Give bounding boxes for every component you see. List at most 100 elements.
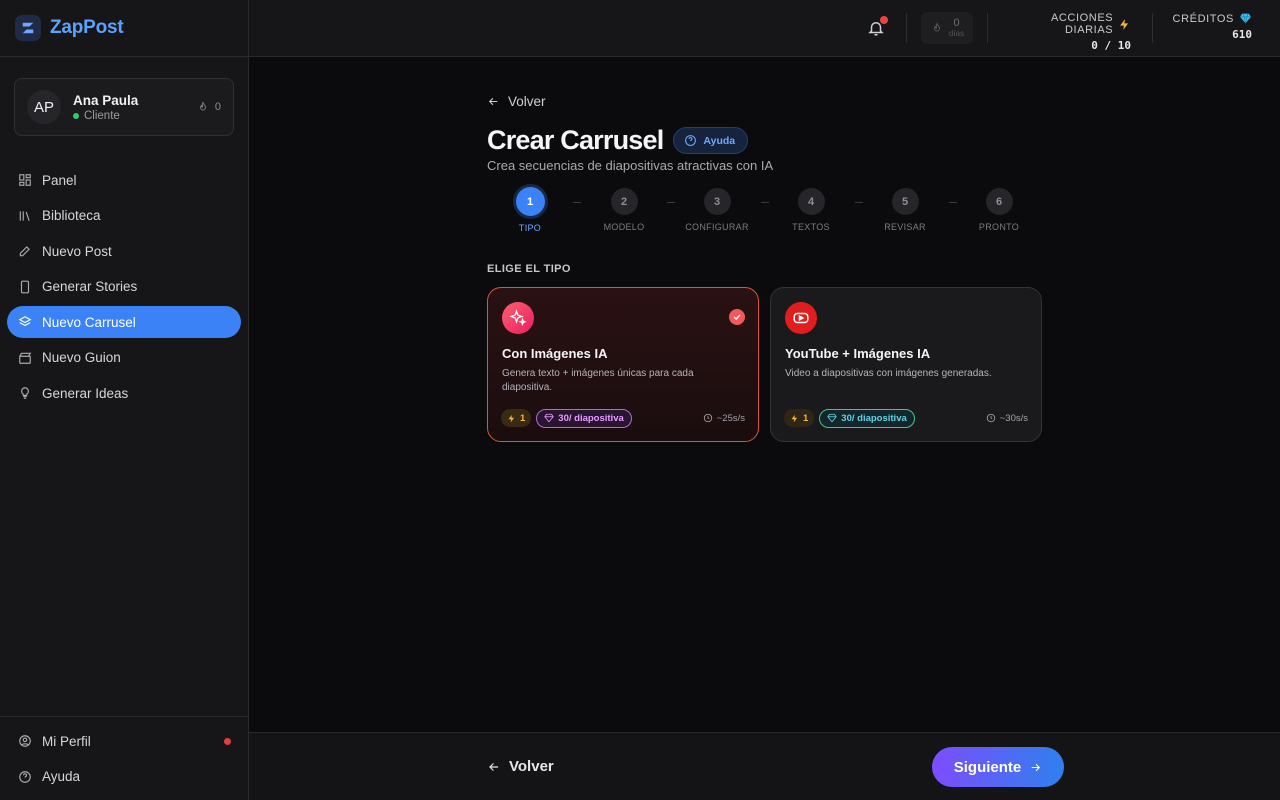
sidebar-item-biblioteca[interactable]: Biblioteca — [7, 200, 241, 232]
user-streak: 0 — [197, 101, 221, 113]
footer-back-button[interactable]: Volver — [487, 758, 554, 775]
topbar: 0 días ACCIONES DIARIAS 0 / 10 CRÉDITOS … — [249, 0, 1280, 57]
card-title: Con Imágenes IA — [502, 346, 608, 361]
step-modelo[interactable]: 2 MODELO — [584, 187, 664, 232]
streak-info: 0 días — [949, 17, 964, 39]
notification-dot — [224, 737, 231, 745]
sidebar-item-label: Nuevo Post — [42, 243, 112, 259]
step-revisar[interactable]: 5 REVISAR — [865, 187, 945, 232]
sidebar-item-label: Panel — [42, 172, 77, 188]
step-number: 5 — [891, 188, 919, 215]
page-subtitle: Crea secuencias de diapositivas atractiv… — [487, 158, 774, 173]
check-icon — [729, 309, 745, 325]
step-label: TIPO — [518, 223, 542, 233]
step-label: MODELO — [603, 222, 645, 232]
footer-back-label: Volver — [509, 758, 554, 775]
back-link-label: Volver — [508, 94, 546, 109]
step-label: REVISAR — [884, 222, 926, 232]
sidebar-item-generar-stories[interactable]: Generar Stories — [7, 271, 241, 303]
flame-icon — [199, 101, 206, 111]
help-button[interactable]: Ayuda — [673, 127, 749, 154]
step-configurar[interactable]: 3 CONFIGURAR — [677, 187, 757, 232]
daily-actions-label: ACCIONES DIARIAS — [1001, 12, 1131, 36]
card-footer: 1 30/ diapositiva ~25s/s — [501, 408, 745, 428]
sidebar-item-nuevo-guion[interactable]: Nuevo Guion — [7, 342, 241, 374]
step-connector — [667, 202, 675, 203]
step-connector — [855, 202, 863, 203]
user-streak-count: 0 — [214, 101, 221, 113]
stepper: 1 TIPO 2 MODELO 3 CONFIGURAR 4 TEXTOS 5 … — [487, 187, 1047, 235]
help-circle-icon — [18, 770, 32, 784]
time-value: ~25s/s — [716, 412, 745, 424]
help-circle-icon — [685, 135, 697, 146]
sidebar-bottom: Mi Perfil Ayuda — [0, 716, 248, 800]
type-card-imagenes-ia[interactable]: Con Imágenes IA Genera texto + imágenes … — [487, 287, 759, 442]
lightning-icon — [791, 414, 798, 422]
notification-dot — [880, 16, 888, 24]
sidebar-item-panel[interactable]: Panel — [7, 164, 241, 196]
lightning-icon — [508, 414, 515, 422]
time-estimate: ~25s/s — [703, 413, 745, 424]
lightning-icon — [1120, 18, 1129, 30]
user-role: Cliente — [73, 110, 197, 122]
step-pronto[interactable]: 6 PRONTO — [959, 187, 1039, 232]
brand[interactable]: ZapPost — [0, 0, 248, 57]
back-link[interactable]: Volver — [487, 94, 546, 109]
help-button-label: Ayuda — [703, 134, 736, 147]
sidebar-item-label: Nuevo Carrusel — [42, 314, 136, 330]
brand-name: ZapPost — [50, 17, 124, 38]
app: ZapPost AP Ana Paula Cliente 0 Panel Bib… — [0, 0, 1280, 800]
sidebar: ZapPost AP Ana Paula Cliente 0 Panel Bib… — [0, 0, 249, 800]
sidebar-item-generar-ideas[interactable]: Generar Ideas — [7, 377, 241, 409]
clapper-icon — [18, 351, 32, 365]
sidebar-item-mi-perfil[interactable]: Mi Perfil — [7, 725, 241, 757]
sidebar-item-label: Biblioteca — [42, 208, 101, 223]
phone-icon — [18, 280, 32, 294]
sidebar-item-nuevo-carrusel[interactable]: Nuevo Carrusel — [7, 306, 241, 338]
brand-logo-icon — [15, 15, 41, 41]
arrow-right-icon — [1031, 763, 1041, 771]
sidebar-item-label: Nuevo Guion — [42, 350, 121, 365]
step-number: 1 — [515, 187, 545, 216]
library-icon — [18, 209, 32, 223]
credits-title: CRÉDITOS — [1172, 12, 1234, 25]
step-textos[interactable]: 4 TEXTOS — [771, 187, 851, 232]
arrow-left-icon — [488, 97, 498, 106]
streak-count: 0 — [953, 17, 960, 29]
diamond-icon — [827, 413, 837, 423]
step-number: 2 — [610, 188, 638, 215]
next-button-label: Siguiente — [953, 758, 1022, 776]
sidebar-nav: Panel Biblioteca Nuevo Post Generar Stor… — [7, 164, 241, 413]
sidebar-item-label: Mi Perfil — [42, 733, 91, 749]
page-title: Crear Carrusel — [487, 125, 664, 155]
user-name: Ana Paula — [73, 92, 139, 108]
youtube-icon — [785, 302, 817, 334]
divider — [1152, 13, 1153, 43]
sidebar-item-ayuda[interactable]: Ayuda — [7, 761, 241, 793]
sparkles-icon — [502, 302, 534, 334]
credits-chip: 30/ diapositiva — [819, 408, 915, 428]
actions-chip: 1 — [501, 409, 532, 427]
divider — [987, 13, 988, 43]
title-row: Crear Carrusel Ayuda — [487, 125, 749, 156]
time-estimate: ~30s/s — [986, 413, 1028, 424]
pencil-icon — [18, 244, 32, 258]
step-label: TEXTOS — [792, 222, 830, 232]
sidebar-item-label: Generar Ideas — [42, 385, 129, 401]
type-card-youtube-imagenes-ia[interactable]: YouTube + Imágenes IA Video a diapositiv… — [770, 287, 1042, 442]
step-tipo[interactable]: 1 TIPO — [490, 187, 570, 233]
daily-actions-title: ACCIONES DIARIAS — [1050, 12, 1114, 36]
sidebar-item-nuevo-post[interactable]: Nuevo Post — [7, 235, 241, 267]
step-number: 6 — [985, 188, 1013, 215]
daily-actions: ACCIONES DIARIAS 0 / 10 — [1001, 12, 1131, 52]
user-card[interactable]: AP Ana Paula Cliente 0 — [14, 78, 234, 136]
avatar: AP — [27, 90, 61, 124]
clock-icon — [703, 413, 712, 423]
section-label: ELIGE EL TIPO — [487, 263, 571, 275]
daily-actions-value: 0 / 10 — [1091, 39, 1131, 52]
step-number: 3 — [703, 188, 731, 215]
next-button[interactable]: Siguiente — [932, 747, 1064, 787]
step-label: CONFIGURAR — [685, 222, 749, 232]
sidebar-item-label: Ayuda — [42, 769, 81, 784]
time-value: ~30s/s — [999, 412, 1028, 424]
